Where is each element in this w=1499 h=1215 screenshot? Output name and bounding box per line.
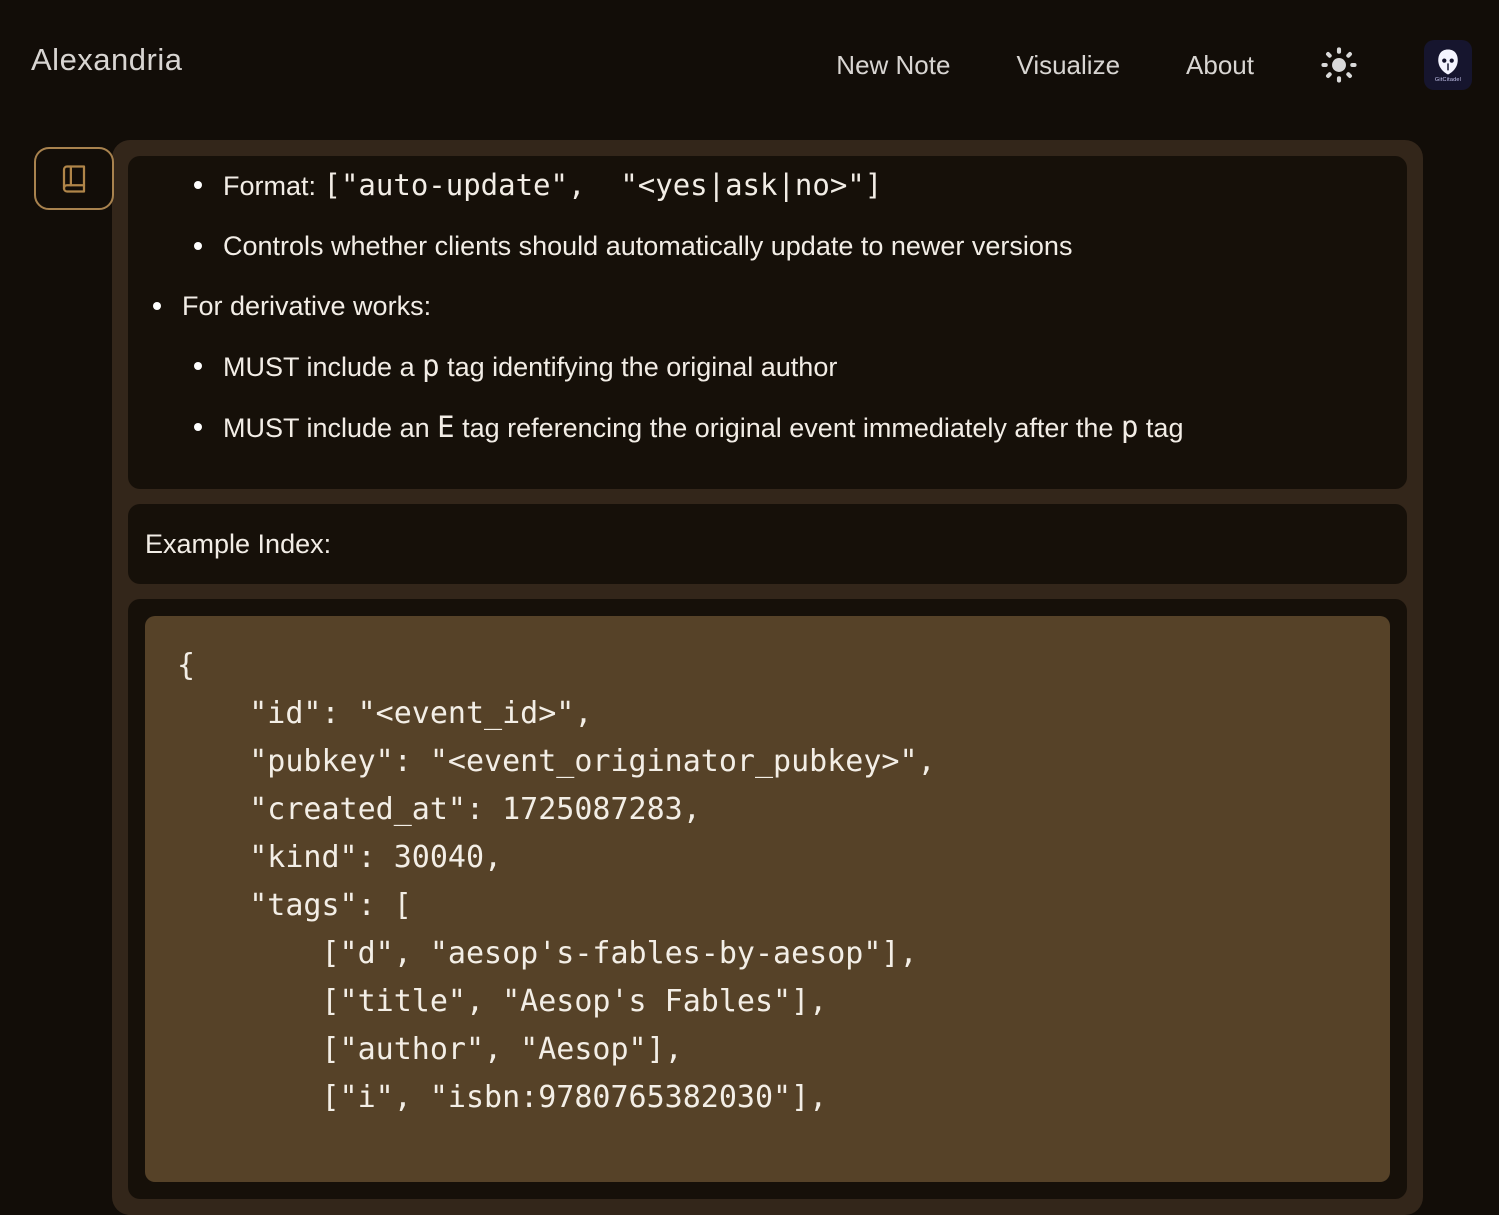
inline-code: ["auto-update", "<yes|ask|no>"]: [324, 168, 883, 202]
list-item-text: MUST include an: [223, 413, 437, 443]
list-item: Format: ["auto-update", "<yes|ask|no>"]: [223, 168, 1377, 203]
main-nav: New Note Visualize About: [836, 40, 1472, 90]
list-item: Controls whether clients should automati…: [223, 229, 1377, 263]
brand-title[interactable]: Alexandria: [31, 40, 182, 80]
example-heading: Example Index:: [145, 529, 1390, 559]
list-item-text: Format:: [223, 171, 324, 201]
nav-about[interactable]: About: [1186, 45, 1254, 85]
publication-panel: Format: ["auto-update", "<yes|ask|no>"] …: [112, 140, 1423, 1215]
list-item: For derivative works: MUST include a p t…: [182, 289, 1377, 445]
theme-toggle-button[interactable]: [1320, 43, 1358, 87]
list-item-text: tag referencing the original event immed…: [455, 413, 1121, 443]
sun-icon: [1320, 46, 1358, 84]
code-card: { "id": "<event_id>", "pubkey": "<event_…: [128, 599, 1407, 1199]
gitcitadel-logo-badge[interactable]: GitCitadel: [1424, 40, 1472, 90]
list-item-text: tag: [1138, 413, 1183, 443]
gitcitadel-owl-icon: [1435, 48, 1461, 76]
example-heading-card: Example Index:: [128, 504, 1407, 584]
list-item-text: MUST include a: [223, 352, 422, 382]
app-header: Alexandria New Note Visualize About: [0, 0, 1499, 140]
rules-sublist: Format: ["auto-update", "<yes|ask|no>"] …: [158, 168, 1377, 263]
inline-code: E: [437, 410, 454, 444]
nav-visualize[interactable]: Visualize: [1016, 45, 1120, 85]
rules-card: Format: ["auto-update", "<yes|ask|no>"] …: [128, 156, 1407, 489]
toc-toggle-button[interactable]: [34, 147, 114, 210]
list-item-text: Controls whether clients should automati…: [223, 231, 1072, 261]
derivative-works-sublist: MUST include a p tag identifying the ori…: [182, 349, 1377, 445]
list-item: MUST include a p tag identifying the ori…: [223, 349, 1377, 384]
book-icon: [59, 164, 89, 194]
inline-code: p: [1121, 410, 1138, 444]
list-item-text: tag identifying the original author: [440, 352, 838, 382]
nav-new-note[interactable]: New Note: [836, 45, 950, 85]
rules-list: For derivative works: MUST include a p t…: [158, 289, 1377, 445]
list-item-text: For derivative works:: [182, 291, 431, 321]
logo-caption: GitCitadel: [1435, 77, 1461, 83]
content-area: Format: ["auto-update", "<yes|ask|no>"] …: [0, 140, 1499, 1215]
list-item: MUST include an E tag referencing the or…: [223, 410, 1377, 445]
code-block: { "id": "<event_id>", "pubkey": "<event_…: [145, 616, 1390, 1182]
inline-code: p: [422, 349, 439, 383]
